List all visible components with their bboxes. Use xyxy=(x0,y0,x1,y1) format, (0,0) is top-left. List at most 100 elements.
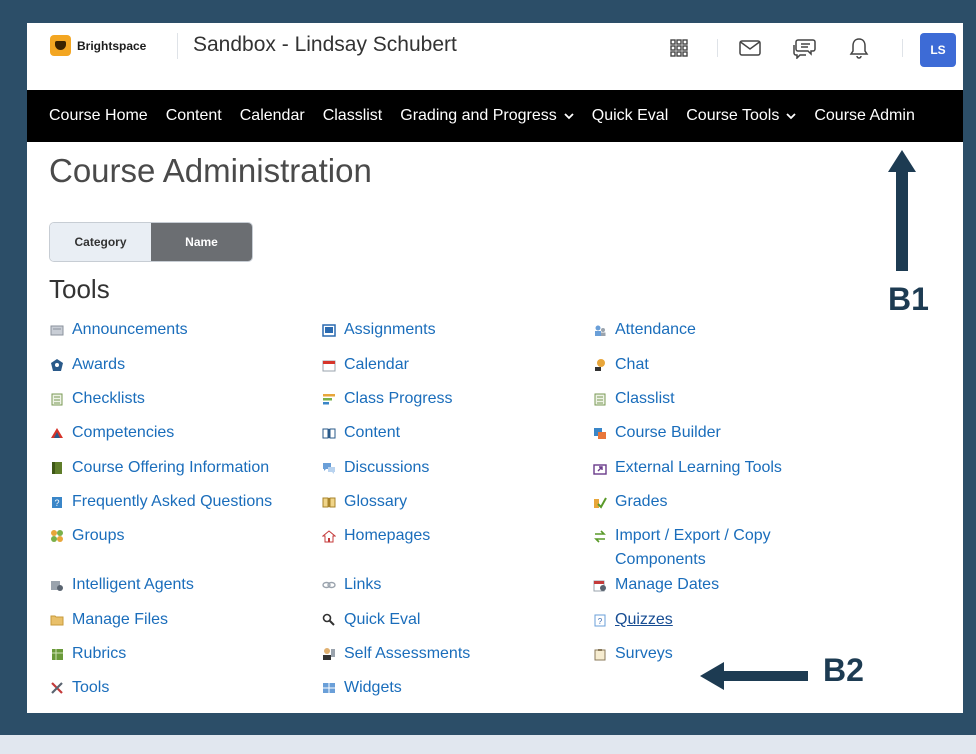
tool-link-attendance[interactable]: Attendance xyxy=(592,318,696,342)
nav-grading-and-progress[interactable]: Grading and Progress xyxy=(382,107,574,125)
page-title: Course Administration xyxy=(49,152,372,189)
view-toggle: Category Name xyxy=(49,222,253,262)
apps-grid-icon[interactable] xyxy=(665,35,693,61)
intelligent-agents-icon xyxy=(49,573,65,597)
tool-label: Quizzes xyxy=(615,611,673,628)
tool-link-widgets[interactable]: Widgets xyxy=(321,676,402,700)
manage-files-icon xyxy=(49,608,65,632)
avatar[interactable]: LS xyxy=(920,33,956,67)
category-toggle-button[interactable]: Category xyxy=(50,223,151,261)
tool-label: Frequently Asked Questions xyxy=(72,493,273,510)
tool-label: Rubrics xyxy=(72,645,127,662)
chat-tool-icon xyxy=(592,353,608,377)
nav-content[interactable]: Content xyxy=(148,107,222,125)
nav-label: Grading and Progress xyxy=(400,107,557,124)
tool-label: Awards xyxy=(72,356,126,373)
tool-label: Announcements xyxy=(72,321,188,338)
tool-label: Calendar xyxy=(344,356,409,373)
links-icon xyxy=(321,573,337,597)
tool-link-announcements[interactable]: Announcements xyxy=(49,318,188,342)
nav-label: Calendar xyxy=(239,107,305,124)
tool-label: Groups xyxy=(72,527,125,544)
tool-link-assignments[interactable]: Assignments xyxy=(321,318,436,342)
tool-link-glossary[interactable]: Glossary xyxy=(321,490,407,514)
logo-icon xyxy=(50,35,71,56)
tool-link-class-progress[interactable]: Class Progress xyxy=(321,387,452,411)
chat-icon[interactable] xyxy=(790,35,818,61)
tool-link-course-builder[interactable]: Course Builder xyxy=(592,421,721,445)
svg-text:?: ? xyxy=(54,498,59,508)
divider xyxy=(717,39,718,57)
nav-course-tools[interactable]: Course Tools xyxy=(668,107,796,125)
bell-icon[interactable] xyxy=(845,35,873,61)
tool-link-external-learning-tools[interactable]: External Learning Tools xyxy=(592,456,782,480)
chevron-down-icon xyxy=(786,112,796,120)
tool-link-rubrics[interactable]: Rubrics xyxy=(49,642,126,666)
tool-link-quizzes[interactable]: ? Quizzes xyxy=(592,608,673,632)
tool-link-import-export-copy-components[interactable]: Import / Export / Copy Components xyxy=(592,524,825,572)
tools-icon xyxy=(49,676,65,700)
tool-link-manage-dates[interactable]: Manage Dates xyxy=(592,573,719,597)
nav-classlist[interactable]: Classlist xyxy=(305,107,383,125)
course-builder-icon xyxy=(592,421,608,445)
tool-link-classlist[interactable]: Classlist xyxy=(592,387,675,411)
top-bar: Brightspace Sandbox - Lindsay Schubert L… xyxy=(27,23,963,83)
nav-label: Course Tools xyxy=(686,107,780,124)
name-toggle-button[interactable]: Name xyxy=(151,223,252,261)
tool-label: Glossary xyxy=(344,493,408,510)
tool-link-calendar[interactable]: Calendar xyxy=(321,353,409,377)
attendance-icon xyxy=(592,318,608,342)
tool-link-checklists[interactable]: Checklists xyxy=(49,387,145,411)
nav-label: Classlist xyxy=(322,107,383,124)
nav-calendar[interactable]: Calendar xyxy=(222,107,305,125)
chevron-down-icon xyxy=(564,112,574,120)
tool-link-groups[interactable]: Groups xyxy=(49,524,124,548)
annotation-label-b2: B2 xyxy=(823,652,864,688)
tool-link-self-assessments[interactable]: Self Assessments xyxy=(321,642,470,666)
tool-label: Checklists xyxy=(72,390,145,407)
calendar-icon xyxy=(321,353,337,377)
tool-link-discussions[interactable]: Discussions xyxy=(321,456,429,480)
nav-course-admin[interactable]: Course Admin xyxy=(796,107,915,125)
tool-label: Links xyxy=(344,576,382,593)
nav-course-home[interactable]: Course Home xyxy=(27,107,148,125)
content-icon xyxy=(321,421,337,445)
nav-label: Content xyxy=(165,107,222,124)
tool-label: Quick Eval xyxy=(344,611,421,628)
tool-link-course-offering-information[interactable]: Course Offering Information xyxy=(49,456,269,480)
tool-link-quick-eval[interactable]: Quick Eval xyxy=(321,608,420,632)
annotation-arrow-up-icon xyxy=(888,150,916,271)
tool-label: Attendance xyxy=(615,321,696,338)
tool-link-competencies[interactable]: Competencies xyxy=(49,421,174,445)
divider xyxy=(177,33,178,59)
groups-icon xyxy=(49,524,65,548)
tool-label: Intelligent Agents xyxy=(72,576,194,593)
homepages-icon xyxy=(321,524,337,548)
tool-link-manage-files[interactable]: Manage Files xyxy=(49,608,168,632)
tool-link-links[interactable]: Links xyxy=(321,573,381,597)
tool-link-surveys[interactable]: Surveys xyxy=(592,642,673,666)
mail-icon[interactable] xyxy=(736,35,764,61)
class-progress-icon xyxy=(321,387,337,411)
divider xyxy=(902,39,903,57)
brightspace-logo[interactable]: Brightspace xyxy=(50,35,146,56)
org-title[interactable]: Sandbox - Lindsay Schubert xyxy=(193,33,457,57)
external-tools-icon xyxy=(592,456,608,480)
svg-text:?: ? xyxy=(598,617,603,626)
tool-link-intelligent-agents[interactable]: Intelligent Agents xyxy=(49,573,194,597)
tool-link-tools[interactable]: Tools xyxy=(49,676,109,700)
tool-label: Content xyxy=(344,424,401,441)
course-offering-icon xyxy=(49,456,65,480)
annotation-arrow-left-icon xyxy=(700,662,808,690)
tool-link-grades[interactable]: Grades xyxy=(592,490,667,514)
tool-label: Competencies xyxy=(72,424,175,441)
nav-label: Course Home xyxy=(49,107,148,124)
tool-link-content[interactable]: Content xyxy=(321,421,400,445)
tool-link-chat[interactable]: Chat xyxy=(592,353,649,377)
tool-link-frequently-asked-questions[interactable]: ? Frequently Asked Questions xyxy=(49,490,272,514)
tool-link-awards[interactable]: Awards xyxy=(49,353,125,377)
tool-label: External Learning Tools xyxy=(615,459,782,476)
tool-link-homepages[interactable]: Homepages xyxy=(321,524,430,548)
nav-quick-eval[interactable]: Quick Eval xyxy=(574,107,668,125)
tool-label: Homepages xyxy=(344,527,431,544)
